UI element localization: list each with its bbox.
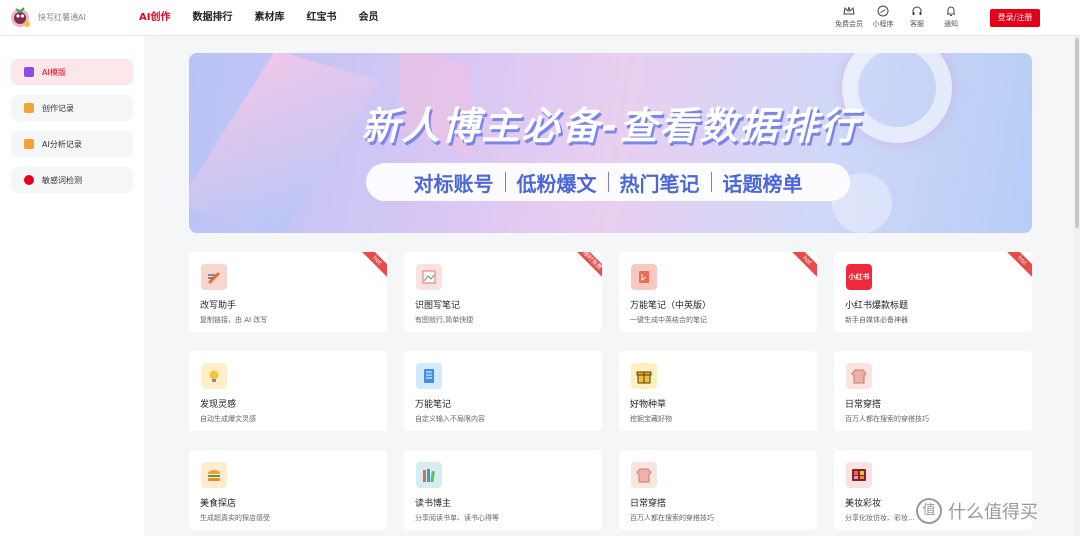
card-description: 百万人都在搜索的穿搭技巧 — [845, 415, 929, 423]
card-description: 生成超真实的探店感受 — [200, 514, 270, 522]
card-title: 小红书爆款标题 — [845, 301, 909, 311]
main-nav: AI创作 数据排行 素材库 红宝书 会员 — [139, 0, 400, 36]
card-description: 有图就行,简单快捷 — [415, 316, 474, 324]
card-description: 挖掘宝藏好物 — [630, 415, 672, 423]
card-title: 日常穿搭 — [845, 400, 882, 410]
hot-badge: hot — [358, 252, 387, 280]
books-icon — [416, 462, 442, 488]
scrollbar[interactable] — [1074, 36, 1080, 536]
bell-icon — [947, 6, 955, 16]
free-member-button[interactable]: 免费会员 — [832, 5, 866, 29]
card-description: 百万人都在搜索的穿搭技巧 — [630, 514, 714, 522]
header-tools: 免费会员 小程序 客服 通知 — [832, 5, 968, 29]
promo-banner[interactable]: 新人博主必备-查看数据排行 对标账号 低粉爆文 热门笔记 话题榜单 — [189, 53, 1032, 233]
sidebar-item-label: AI模版 — [42, 68, 66, 77]
sidebar-item-ai-templates[interactable]: AI模版 — [11, 59, 133, 85]
mini-program-label: 小程序 — [872, 20, 894, 28]
document-icon — [24, 139, 34, 149]
card-description: 一键生成中英结合的笔记 — [630, 316, 707, 324]
document-icon — [24, 103, 34, 113]
sidebar-item-creation-history[interactable]: 创作记录 — [11, 95, 133, 121]
card-title: 万能笔记 — [415, 400, 452, 410]
card-title: 美食探店 — [200, 499, 237, 509]
notification-button[interactable]: 通知 — [934, 5, 968, 29]
xiaohongshu-icon: 小红书 — [846, 264, 872, 290]
hot-badge: hot — [1003, 252, 1032, 280]
logo-icon[interactable] — [8, 5, 32, 29]
template-card-food-review[interactable]: 美食探店 生成超真实的探店感受 — [189, 450, 387, 530]
card-description: 复制链接，由 AI 改写 — [200, 316, 268, 324]
burger-icon — [201, 462, 227, 488]
sweater-icon — [846, 363, 872, 389]
card-description: 自定义输入不局限内容 — [415, 415, 485, 423]
sensitive-word-icon — [24, 175, 34, 185]
sidebar-item-ai-analysis-history[interactable]: AI分析记录 — [11, 131, 133, 157]
sidebar-item-label: 创作记录 — [42, 104, 74, 113]
template-card-inspiration[interactable]: 发现灵感 自动生成爆文灵感 — [189, 351, 387, 431]
nav-item-red-book[interactable]: 红宝书 — [306, 0, 336, 36]
limited-free-badge: 限时免费 — [573, 252, 602, 280]
top-bar: 快写红薯通AI AI创作 数据排行 素材库 红宝书 会员 免费会员 小程序 客服… — [0, 0, 1080, 36]
nav-item-ai-create[interactable]: AI创作 — [139, 0, 170, 36]
watermark: 值 什么值得买 — [916, 498, 1038, 524]
template-card-viral-title[interactable]: 小红书 hot 小红书爆款标题 新手自媒体必备神器 — [834, 252, 1032, 332]
banner-tag-pill: 对标账号 低粉爆文 热门笔记 话题榜单 — [366, 163, 850, 201]
card-description: 自动生成爆文灵感 — [200, 415, 256, 423]
bilingual-note-icon — [631, 264, 657, 290]
gift-icon — [631, 363, 657, 389]
sidebar-item-sensitive-word-check[interactable]: 敏感词检测 — [11, 167, 133, 193]
card-title: 万能笔记（中英版） — [630, 301, 712, 311]
template-card-bilingual-note[interactable]: hot 万能笔记（中英版） 一键生成中英结合的笔记 — [619, 252, 817, 332]
free-member-label: 免费会员 — [835, 20, 863, 28]
card-title: 日常穿搭 — [630, 499, 667, 509]
scrollbar-thumb[interactable] — [1075, 38, 1079, 228]
card-title: 美妆彩妆 — [845, 499, 882, 509]
card-title: 发现灵感 — [200, 400, 237, 410]
lightbulb-icon — [201, 363, 227, 389]
banner-tag: 热门笔记 — [619, 171, 700, 196]
watermark-badge: 值 — [916, 498, 942, 524]
rewrite-icon — [201, 264, 227, 290]
template-card-rewrite-assistant[interactable]: hot 改写助手 复制链接，由 AI 改写 — [189, 252, 387, 332]
card-title: 识图写笔记 — [415, 301, 461, 311]
sidebar-item-label: 敏感词检测 — [42, 176, 82, 185]
headset-icon — [912, 6, 922, 15]
card-title: 读书博主 — [415, 499, 452, 509]
customer-service-label: 客服 — [910, 20, 924, 28]
nav-item-membership[interactable]: 会员 — [358, 0, 378, 36]
sidebar-item-label: AI分析记录 — [42, 140, 82, 149]
card-description: 分享化妆仿妆、彩妆... — [845, 514, 915, 522]
cube-icon — [24, 67, 34, 77]
notification-label: 通知 — [944, 20, 958, 28]
template-card-product-recommend[interactable]: 好物种草 挖掘宝藏好物 — [619, 351, 817, 431]
template-card-universal-note[interactable]: 万能笔记 自定义输入不局限内容 — [404, 351, 602, 431]
card-description: 分享阅读书单、读书心得等 — [415, 514, 499, 522]
card-title: 好物种草 — [630, 400, 667, 410]
banner-tag: 话题榜单 — [722, 171, 803, 196]
sweater-icon — [631, 462, 657, 488]
image-note-icon — [416, 264, 442, 290]
brand-name: 快写红薯通AI — [38, 13, 86, 22]
watermark-text: 什么值得买 — [948, 502, 1038, 523]
mini-program-button[interactable]: 小程序 — [866, 5, 900, 29]
banner-tag: 低粉爆文 — [516, 171, 597, 196]
template-card-daily-outfit[interactable]: 日常穿搭 百万人都在搜索的穿搭技巧 — [834, 351, 1032, 431]
hot-badge: hot — [788, 252, 817, 280]
notebook-icon — [416, 363, 442, 389]
makeup-palette-icon — [846, 462, 872, 488]
banner-title: 新人博主必备-查看数据排行 — [361, 104, 860, 148]
template-card-daily-outfit-2[interactable]: 日常穿搭 百万人都在搜索的穿搭技巧 — [619, 450, 817, 530]
nav-item-data-ranking[interactable]: 数据排行 — [192, 0, 232, 36]
sidebar: AI模版 创作记录 AI分析记录 敏感词检测 — [0, 36, 144, 536]
template-card-book-blogger[interactable]: 读书博主 分享阅读书单、读书心得等 — [404, 450, 602, 530]
nav-item-material-library[interactable]: 素材库 — [254, 0, 284, 36]
card-title: 改写助手 — [200, 301, 237, 311]
customer-service-button[interactable]: 客服 — [900, 5, 934, 29]
banner-tag: 对标账号 — [413, 171, 494, 196]
crown-icon — [843, 6, 855, 15]
mini-program-icon — [877, 5, 889, 17]
card-description: 新手自媒体必备神器 — [845, 316, 908, 324]
login-register-button[interactable]: 登录/注册 — [990, 9, 1040, 27]
template-card-image-note[interactable]: 限时免费 识图写笔记 有图就行,简单快捷 — [404, 252, 602, 332]
